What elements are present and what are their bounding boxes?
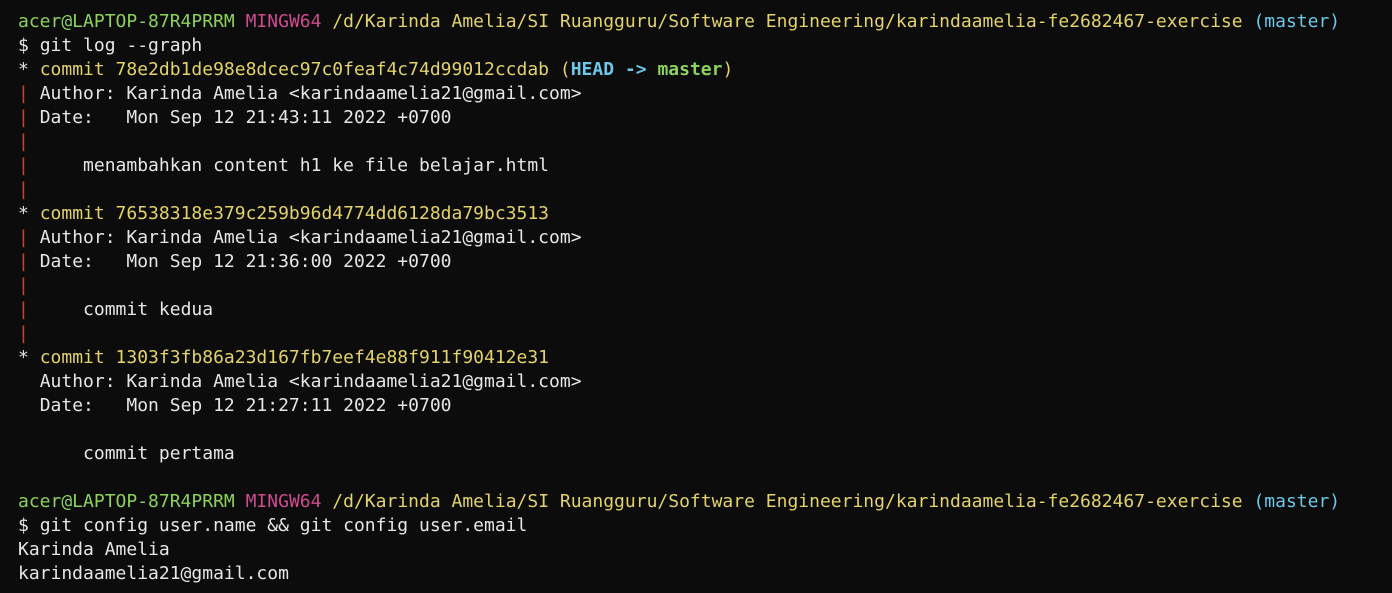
commit-hash: commit 78e2db1de98e8dcec97c0feaf4c74d990…	[39, 59, 550, 80]
prompt-path: /d/Karinda Amelia/SI Ruangguru/Software …	[332, 11, 1243, 32]
author-text: Author: Karinda Amelia <karindaamelia21@…	[39, 227, 582, 248]
command-line: $ git config user.name && git config use…	[18, 514, 1392, 538]
commit-author: | Author: Karinda Amelia <karindaamelia2…	[18, 226, 1392, 250]
commit-message: commit pertama	[18, 442, 1392, 466]
prompt-user-host: acer@LAPTOP-87R4PRRM	[18, 11, 235, 32]
commit-header: * commit 78e2db1de98e8dcec97c0feaf4c74d9…	[18, 58, 1392, 82]
head-ref: HEAD	[570, 59, 615, 80]
commit-message: | commit kedua	[18, 298, 1392, 322]
graph-pipe: |	[18, 299, 29, 320]
commit-date: | Date: Mon Sep 12 21:43:11 2022 +0700	[18, 106, 1392, 130]
commit-date: | Date: Mon Sep 12 21:36:00 2022 +0700	[18, 250, 1392, 274]
graph-pipe: |	[18, 131, 29, 152]
graph-pipe: |	[18, 179, 29, 200]
graph-node: *	[18, 203, 29, 224]
prompt-path: /d/Karinda Amelia/SI Ruangguru/Software …	[332, 491, 1243, 512]
commit-header: * commit 76538318e379c259b96d4774dd6128d…	[18, 202, 1392, 226]
date-text: Date: Mon Sep 12 21:27:11 2022 +0700	[39, 395, 452, 416]
graph-pipe: |	[18, 107, 29, 128]
graph-pipe: |	[18, 83, 29, 104]
graph-pipe: |	[18, 227, 29, 248]
prompt-user-host: acer@LAPTOP-87R4PRRM	[18, 491, 235, 512]
message-text: menambahkan content h1 ke file belajar.h…	[83, 155, 550, 176]
graph-spacer: |	[18, 322, 1392, 346]
commit-header: * commit 1303f3fb86a23d167fb7eef4e88f911…	[18, 346, 1392, 370]
graph-spacer: |	[18, 178, 1392, 202]
prompt-shell: MINGW64	[245, 11, 322, 32]
ref-close: )	[722, 59, 734, 80]
message-text: commit kedua	[83, 299, 214, 320]
commit-date: Date: Mon Sep 12 21:27:11 2022 +0700	[18, 394, 1392, 418]
prompt-branch: (master)	[1253, 491, 1341, 512]
ref-open: (	[559, 59, 571, 80]
prompt-symbol: $	[18, 35, 29, 56]
message-text: commit pertama	[83, 443, 235, 464]
graph-node: *	[18, 59, 29, 80]
graph-node: *	[18, 347, 29, 368]
graph-spacer: |	[18, 274, 1392, 298]
graph-pipe: |	[18, 275, 29, 296]
commit-author: Author: Karinda Amelia <karindaamelia21@…	[18, 370, 1392, 394]
command-text: git log --graph	[39, 35, 203, 56]
date-text: Date: Mon Sep 12 21:43:11 2022 +0700	[39, 107, 452, 128]
prompt-branch: (master)	[1253, 11, 1341, 32]
graph-spacer: |	[18, 130, 1392, 154]
prompt-symbol: $	[18, 515, 29, 536]
commit-message: | menambahkan content h1 ke file belajar…	[18, 154, 1392, 178]
date-text: Date: Mon Sep 12 21:36:00 2022 +0700	[39, 251, 452, 272]
author-text: Author: Karinda Amelia <karindaamelia21@…	[39, 371, 582, 392]
prompt-shell: MINGW64	[245, 491, 322, 512]
ref-arrow: ->	[624, 59, 647, 80]
terminal-window[interactable]: acer@LAPTOP-87R4PRRM MINGW64 /d/Karinda …	[0, 0, 1392, 593]
branch-ref: master	[657, 59, 723, 80]
graph-pipe: |	[18, 323, 29, 344]
prompt-line: acer@LAPTOP-87R4PRRM MINGW64 /d/Karinda …	[18, 10, 1392, 34]
command-line: $ git log --graph	[18, 34, 1392, 58]
output-user-name: Karinda Amelia	[18, 539, 170, 560]
commit-author: | Author: Karinda Amelia <karindaamelia2…	[18, 82, 1392, 106]
output-user-email: karindaamelia21@gmail.com	[18, 563, 289, 584]
commit-hash: commit 1303f3fb86a23d167fb7eef4e88f911f9…	[39, 347, 550, 368]
graph-pipe: |	[18, 155, 29, 176]
graph-pipe: |	[18, 251, 29, 272]
author-text: Author: Karinda Amelia <karindaamelia21@…	[39, 83, 582, 104]
prompt-line: acer@LAPTOP-87R4PRRM MINGW64 /d/Karinda …	[18, 490, 1392, 514]
commit-hash: commit 76538318e379c259b96d4774dd6128da7…	[39, 203, 550, 224]
command-text: git config user.name && git config user.…	[39, 515, 528, 536]
